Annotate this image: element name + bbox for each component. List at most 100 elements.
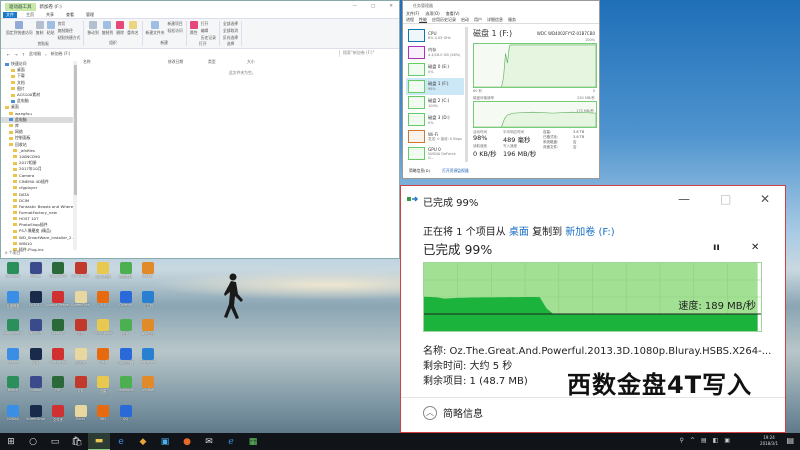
desktop-icon[interactable]: OpenALPR [47,262,69,278]
search-icon[interactable]: ○ [22,433,44,450]
desktop-icon[interactable]: 云盘 [115,319,137,336]
desktop-icon[interactable]: 审计工作 [137,319,159,336]
ribbon-button[interactable]: 删除 [116,21,125,36]
tm-tab[interactable]: 用户 [474,17,482,23]
desktop-icon[interactable]: 文件 [70,376,92,393]
desktop-icon[interactable]: cfgplayer [137,347,159,364]
task-view-icon[interactable]: ▭ [44,433,66,450]
desktop-icon[interactable]: ScreenFlow [70,290,92,307]
desktop-icon[interactable]: 数据恢复 [115,262,137,279]
perf-list-item[interactable]: CPU 6% 4.05 GHz [406,27,464,44]
perf-list-item[interactable]: GPU 0 NVIDIA GeForce G... [406,145,464,162]
desktop-icon[interactable]: 2017拍摄 [92,262,114,279]
ribbon-small-button[interactable]: 轻松访问 [168,28,183,34]
ribbon-small-button[interactable]: 打开 [201,21,216,27]
input-icon[interactable]: ▣ [724,437,730,444]
ribbon-small-button[interactable]: 全部选择 [223,21,238,27]
resource-monitor-link[interactable]: 打开资源监视器 [442,168,469,174]
chevron-up-icon[interactable]: ^ [690,437,695,444]
ribbon-button[interactable]: 复制 [35,21,44,36]
desktop-icon[interactable]: Cinema [115,290,137,307]
ribbon-button[interactable]: 复制到 [102,21,113,36]
ribbon-button[interactable]: 属性 [189,21,198,36]
desktop-icon[interactable]: OBS Studio [92,319,114,335]
store-icon[interactable]: 🛍 [66,433,88,450]
notification-icon[interactable]: ▤ [786,436,794,445]
edge-icon[interactable]: e [110,433,132,450]
desktop-icon[interactable]: Sunlogin [2,262,24,278]
start-button[interactable]: ⊞ [0,433,22,450]
breadcrumb-item[interactable]: 此电脑 [29,51,41,57]
up-icon[interactable]: ↑ [22,52,25,57]
perf-list-item[interactable]: 磁盘 0 (E:) 0% [406,61,464,78]
ribbon-button[interactable]: 固定到快速访问 [6,21,33,36]
column-date[interactable]: 修改日期 [168,59,183,65]
desktop-icon[interactable]: ExitLAG [47,319,69,335]
back-icon[interactable]: ← [7,52,10,57]
column-size[interactable]: 大小 [247,59,255,65]
desktop-icon[interactable]: 文档 [70,319,92,336]
close-button[interactable]: ✕ [389,4,393,9]
source-link[interactable]: 桌面 [509,227,529,238]
perf-list-item[interactable]: 内存 4.4/16.0 GB (28%) [406,44,464,61]
minimize-button[interactable]: — [678,192,690,206]
volume-icon[interactable]: ◧ [713,437,719,444]
ribbon-small-button[interactable]: 全部取消 [223,28,238,34]
ribbon-small-button[interactable]: 剪切 [58,21,81,27]
mail-icon[interactable]: ✉ [198,433,220,450]
task-manager-icon[interactable]: ▦ [242,433,264,450]
perf-list-item[interactable]: 磁盘 3 (D:) 0% [406,111,464,128]
ribbon-tab[interactable]: 主页 [23,12,37,18]
maximize-button[interactable]: □ [371,4,375,9]
desktop-icon[interactable]: WinRAR [25,319,47,335]
firefox-icon[interactable]: ● [176,433,198,450]
desktop-icon[interactable]: Adobe [25,262,47,278]
desktop-icon[interactable]: sample.xlsx [2,319,24,335]
tm-tab[interactable]: 应用历史记录 [432,17,456,23]
desktop-icon[interactable]: WinRAR [137,376,159,392]
cancel-button[interactable]: ✕ [751,242,759,253]
pause-button[interactable]: ıı [713,242,720,253]
desktop-icon[interactable]: VLC [92,290,114,307]
perf-list-scrollbar[interactable] [465,27,468,162]
search-input[interactable]: 搜索"新加卷 (F:)" [339,50,395,57]
address-bar[interactable]: ← → ↑ 此电脑 › 新加卷 (F:) 搜索"新加卷 (F:)" [1,50,399,58]
tm-tab[interactable]: 详细信息 [487,17,503,23]
drive-tools-tab[interactable]: 驱动器工具 [5,2,36,11]
ribbon-tab[interactable]: 共享 [43,12,57,18]
desktop-icon[interactable]: Photoshop [47,347,69,364]
app-icon[interactable]: ◆ [132,433,154,450]
desktop-icon[interactable]: PDF [47,376,69,392]
desktop-icon[interactable]: Beaver [2,347,24,364]
desktop-icon[interactable]: 百度网盘 [2,290,24,308]
desktop-icon[interactable]: Foxit [92,347,114,364]
ribbon-button[interactable]: 重命名 [127,21,139,36]
destination-link[interactable]: 新加卷 (F:) [565,227,614,238]
desktop-icon[interactable]: QQ [115,404,137,421]
ribbon-small-button[interactable]: 编辑 [201,28,216,34]
desktop-icon[interactable]: 文件夹 [70,347,92,365]
perf-list-item[interactable]: 磁盘 2 (C:) 100% [406,95,464,112]
desktop-icon[interactable]: WD [92,404,114,421]
desktop-icon[interactable]: 小工具 [137,290,159,308]
network-icon[interactable]: ▤ [701,437,707,444]
less-details-button[interactable]: ︿ 简略信息 [423,405,483,420]
desktop-icon[interactable]: Adobe Reader [47,290,69,307]
ribbon-small-button[interactable]: 粘贴快捷方式 [58,35,81,41]
column-type[interactable]: 类型 [208,59,216,65]
desktop-icon[interactable]: QQ浏览器 [115,347,137,365]
desktop-icon[interactable]: 迅雷 [92,376,114,393]
tm-tab[interactable]: 服务 [508,17,516,23]
column-name[interactable]: 名称 [83,59,91,65]
desktop-icon[interactable]: Outlook [25,376,47,392]
ie-icon[interactable]: ℯ [220,433,242,450]
ribbon-small-button[interactable]: 新建项目 [168,21,183,27]
desktop-icon[interactable]: AnvilFusion [70,262,92,278]
ribbon-button[interactable]: 新建文件夹 [146,21,165,36]
ribbon-tab[interactable]: 文件 [3,12,17,18]
desktop-icon[interactable]: 百度 [25,347,47,365]
desktop-icon[interactable]: Beach [2,376,24,392]
nav-scrollbar[interactable] [73,61,77,250]
tm-tab[interactable]: 启动 [461,17,469,23]
minimize-button[interactable]: — [352,4,357,9]
